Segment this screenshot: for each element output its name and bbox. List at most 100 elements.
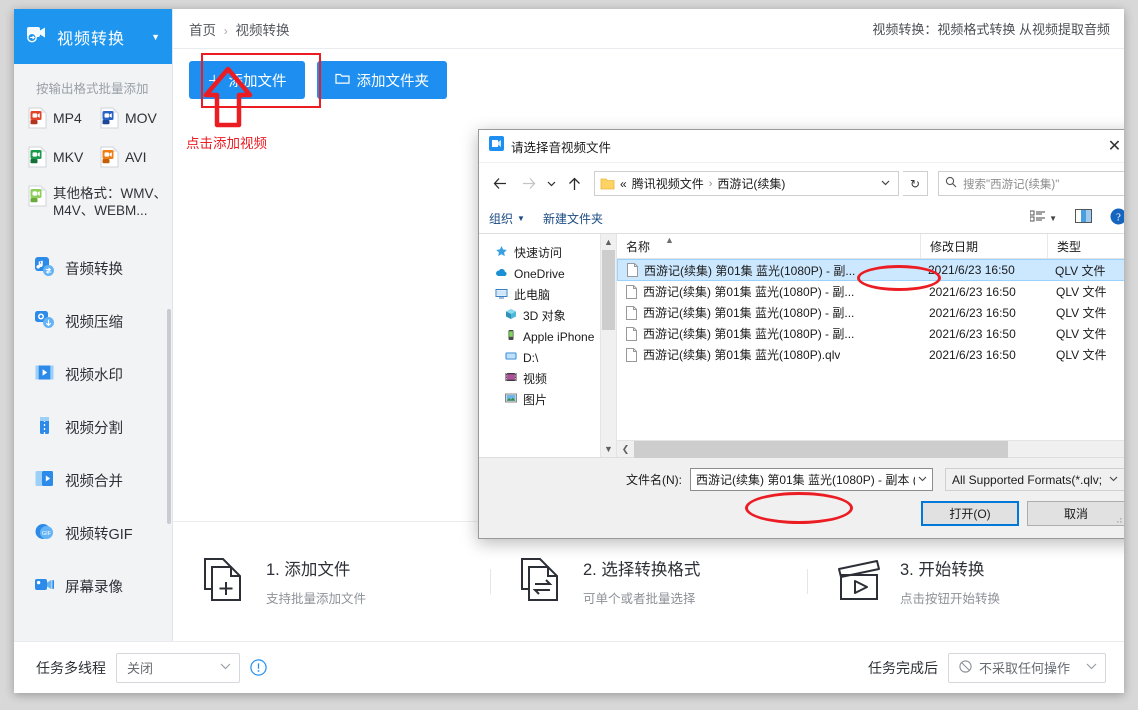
column-header-type[interactable]: 类型	[1047, 234, 1124, 258]
tree-item-drive-d[interactable]: D:\	[479, 347, 616, 368]
mov-file-icon	[100, 107, 119, 129]
step-text: 2. 选择转换格式 可单个或者批量选择	[583, 556, 700, 607]
steps-bar: 1. 添加文件 支持批量添加文件 2. 选择转换格式 可单个或者批量选择 3. …	[173, 521, 1124, 641]
sidebar-item-label: 视频压缩	[65, 315, 123, 331]
column-header-name[interactable]: 名称 ▲	[617, 234, 920, 258]
format-item-mkv[interactable]: MKV	[28, 146, 100, 168]
arrow-left-icon[interactable]	[488, 172, 512, 196]
file-name-cell: 西游记(续集) 第01集 蓝光(1080P) - 副...	[617, 325, 920, 342]
step-sub: 支持批量添加文件	[266, 592, 367, 606]
table-row[interactable]: 西游记(续集) 第01集 蓝光(1080P) - 副... 2021/6/23 …	[617, 323, 1124, 344]
scroll-up-icon[interactable]: ▲	[601, 234, 616, 250]
format-item-avi[interactable]: AVI	[100, 146, 172, 168]
path-part-1[interactable]: 西游记(续集)	[717, 175, 785, 192]
add-folder-button[interactable]: 添加文件夹	[316, 61, 447, 99]
sidebar-item-video-split[interactable]: 视频分割	[14, 401, 172, 454]
sidebar-item-video-to-gif[interactable]: GIF 视频转GIF	[14, 507, 172, 560]
filetype-value: All Supported Formats(*.qlv;	[952, 472, 1103, 487]
path-part-0[interactable]: 腾讯视频文件	[632, 175, 704, 192]
file-list-hscrollbar[interactable]: ❮ ❯	[617, 440, 1124, 458]
tree-item-apple-iphone[interactable]: Apple iPhone	[479, 326, 616, 347]
sidebar-item-label: 音频转换	[65, 262, 123, 278]
tree-item-3d-objects[interactable]: 3D 对象	[479, 305, 616, 326]
add-file-button[interactable]: ＋ 添加文件	[189, 61, 305, 99]
format-label: 其他格式：WMV、M4V、WEBM...	[53, 186, 167, 218]
filetype-select[interactable]: All Supported Formats(*.qlv;	[945, 468, 1124, 491]
file-icon	[626, 347, 637, 362]
dialog-footer: 文件名(N): 西游记(续集) 第01集 蓝光(1080P) - 副本 (; A…	[479, 458, 1124, 538]
format-item-mov[interactable]: MOV	[100, 107, 172, 129]
sidebar-item-screen-record[interactable]: 屏幕录像	[14, 560, 172, 613]
sidebar-header-video-convert[interactable]: 视频转换 ▼	[14, 9, 172, 64]
filename-input[interactable]: 西游记(续集) 第01集 蓝光(1080P) - 副本 (;	[690, 468, 933, 491]
tree-item-this-pc[interactable]: 此电脑	[479, 284, 616, 305]
star-icon	[495, 245, 508, 261]
format-item-other[interactable]: 其他格式：WMV、M4V、WEBM...	[28, 185, 172, 219]
file-date: 2021/6/23 16:50	[928, 263, 1015, 277]
chevron-down-icon	[1086, 662, 1097, 673]
chevron-down-icon[interactable]	[915, 474, 930, 485]
chevron-down-icon[interactable]	[544, 172, 558, 196]
scroll-down-icon[interactable]: ▼	[601, 441, 616, 457]
list-view-button[interactable]: ▼	[1029, 210, 1057, 228]
sidebar-item-video-merge[interactable]: 视频合并	[14, 454, 172, 507]
chevron-down-icon[interactable]: ▼	[151, 32, 160, 42]
sidebar-scrollbar[interactable]	[167, 309, 171, 524]
table-row[interactable]: 西游记(续集) 第01集 蓝光(1080P) - 副... 2021/6/23 …	[617, 281, 1124, 302]
hscroll-thumb[interactable]	[634, 440, 1009, 458]
other-format-file-icon	[28, 185, 47, 207]
video-merge-icon	[34, 468, 55, 494]
after-task-select[interactable]: 不采取任何操作	[948, 652, 1106, 683]
sidebar-item-audio-convert[interactable]: 音频转换	[14, 242, 172, 295]
tree-item-pictures[interactable]: 图片	[479, 389, 616, 410]
file-date: 2021/6/23 16:50	[929, 284, 1016, 299]
tree-item-onedrive[interactable]: OneDrive	[479, 263, 616, 284]
scroll-thumb[interactable]	[602, 250, 615, 330]
open-button[interactable]: 打开(O)	[921, 501, 1019, 526]
search-icon	[945, 176, 957, 191]
scroll-left-icon[interactable]: ❮	[617, 444, 634, 455]
cancel-button[interactable]: 取消	[1027, 501, 1124, 526]
breadcrumb-bar: 首页 › 视频转换 视频转换：视频格式转换 从视频提取音频	[173, 9, 1124, 49]
tree-scrollbar[interactable]: ▲ ▼	[600, 234, 616, 457]
new-folder-button[interactable]: 新建文件夹	[543, 210, 603, 227]
avi-file-icon	[100, 146, 119, 168]
table-row[interactable]: 西游记(续集) 第01集 蓝光(1080P) - 副... 2021/6/23 …	[617, 302, 1124, 323]
table-row[interactable]: 西游记(续集) 第01集 蓝光(1080P) - 副... 2021/6/23 …	[617, 259, 1124, 281]
address-bar[interactable]: « 腾讯视频文件 › 西游记(续集)	[594, 171, 899, 196]
arrow-right-icon[interactable]	[516, 172, 540, 196]
resize-grip[interactable]	[1113, 514, 1123, 524]
file-name-cell: 西游记(续集) 第01集 蓝光(1080P).qlv	[617, 346, 920, 363]
step-text: 3. 开始转换 点击按钮开始转换	[900, 556, 1000, 607]
refresh-icon[interactable]: ↻	[903, 171, 928, 196]
format-label: MP4	[53, 110, 82, 126]
chevron-down-icon[interactable]	[877, 178, 894, 189]
tree-item-quick-access[interactable]: 快速访问	[479, 242, 616, 263]
video-split-icon	[34, 415, 55, 441]
table-row[interactable]: 西游记(续集) 第01集 蓝光(1080P).qlv 2021/6/23 16:…	[617, 344, 1124, 365]
breadcrumb-separator: ›	[223, 23, 228, 38]
close-icon[interactable]: ✕	[1092, 130, 1124, 163]
step-sub: 可单个或者批量选择	[583, 592, 696, 606]
sidebar-subtitle: 按输出格式批量添加	[36, 82, 149, 96]
chevron-down-icon[interactable]	[1106, 474, 1121, 485]
column-header-date[interactable]: 修改日期	[920, 234, 1047, 258]
help-icon[interactable]: ?	[1110, 208, 1124, 230]
threads-select[interactable]: 关闭	[116, 652, 240, 683]
arrow-up-icon[interactable]	[562, 172, 586, 196]
preview-pane-icon[interactable]	[1075, 209, 1092, 228]
breadcrumb-home[interactable]: 首页	[189, 23, 216, 38]
file-name: 西游记(续集) 第01集 蓝光(1080P) - 副...	[643, 306, 855, 320]
tree-item-videos[interactable]: 视频	[479, 368, 616, 389]
hscroll-track[interactable]	[634, 440, 1120, 458]
path-separator: ›	[708, 177, 713, 190]
organize-menu[interactable]: 组织 ▼	[489, 210, 525, 227]
sidebar-item-video-watermark[interactable]: 视频水印	[14, 348, 172, 401]
sidebar-item-video-compress[interactable]: 视频压缩	[14, 295, 172, 348]
file-type: QLV 文件	[1056, 285, 1107, 299]
info-icon[interactable]	[250, 659, 267, 676]
scroll-right-icon[interactable]: ❯	[1120, 444, 1124, 455]
phone-icon	[505, 329, 517, 344]
search-input[interactable]: 搜索"西游记(续集)"	[938, 171, 1124, 196]
format-item-mp4[interactable]: MP4	[28, 107, 100, 129]
